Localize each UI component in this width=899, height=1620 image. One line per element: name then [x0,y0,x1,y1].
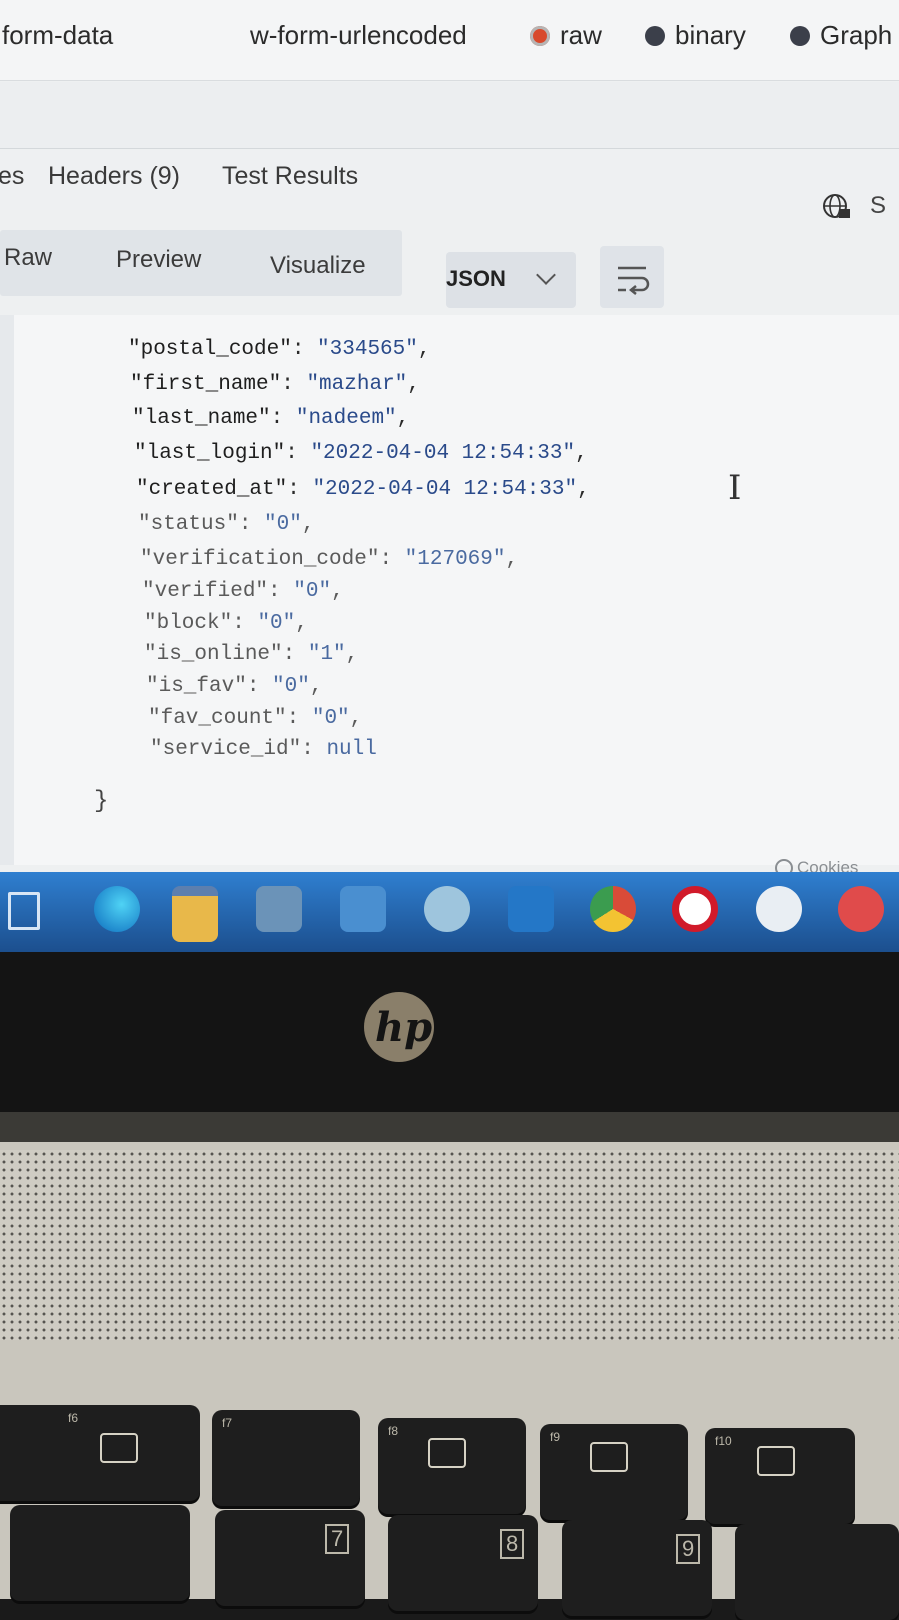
key-f10[interactable]: f10 [705,1428,855,1524]
json-line: "is_online": "1", [144,643,359,666]
vscode-icon[interactable] [508,886,554,932]
view-preview-button[interactable]: Preview [116,246,201,274]
format-select[interactable]: JSON [446,252,576,308]
binary-label: binary [675,20,746,50]
globe-lock-icon[interactable] [822,192,852,222]
volume-down-icon [428,1438,466,1468]
mic-mute-icon [757,1446,795,1476]
raw-label: raw [560,20,602,50]
hinge [0,1112,899,1142]
editor-gutter [0,315,14,865]
view-visualize-button[interactable]: Visualize [270,252,366,280]
keyboard-backlight-icon [100,1433,138,1463]
file-explorer-icon[interactable] [172,886,218,942]
tab-headers[interactable]: Headers (9) [48,162,180,191]
binary-radio-icon[interactable] [645,25,665,46]
json-line: "last_name": "nadeem", [132,407,410,430]
body-type-form-data[interactable]: form-data [2,20,113,51]
windows-taskbar [0,872,899,952]
key-8[interactable]: 8 [388,1515,538,1611]
key-f8[interactable]: f8 [378,1418,526,1514]
response-body-json[interactable]: "postal_code": "334565", "first_name": "… [0,315,899,865]
json-line: "block": "0", [144,612,308,635]
raw-radio-icon[interactable] [530,25,550,46]
body-type-raw[interactable]: raw [530,20,602,51]
key-0[interactable] [735,1524,899,1620]
json-line: "first_name": "mazhar", [130,373,420,396]
task-view-icon[interactable] [8,892,40,930]
key-blank[interactable] [10,1505,190,1601]
pen-app-icon[interactable] [838,886,884,932]
format-select-value: JSON [446,266,506,291]
chrome-icon[interactable] [590,886,636,932]
graphql-radio-icon[interactable] [790,25,810,46]
body-type-binary[interactable]: binary [645,20,746,51]
urlencoded-label: w-form-urlencoded [250,20,467,50]
json-line: "postal_code": "334565", [128,338,431,361]
graphql-label: Graph [820,20,893,50]
save-response-label[interactable]: S [870,192,886,220]
body-type-graphql[interactable]: Graph [790,20,892,51]
json-line: "service_id": null [150,738,377,761]
speaker-grill [0,1150,899,1340]
json-line: "verified": "0", [142,580,344,603]
mail-icon[interactable] [340,886,386,932]
json-line: "last_login": "2022-04-04 12:54:33", [134,442,588,465]
key-9[interactable]: 9 [562,1520,712,1616]
opera-icon[interactable] [672,886,718,932]
response-view-bar: Raw Preview Visualize JSON [0,222,899,310]
volume-up-icon [590,1442,628,1472]
response-tabs: es Headers (9) Test Results S [0,150,899,219]
json-line: "is_fav": "0", [146,675,323,698]
json-line: "verification_code": "127069", [140,548,519,571]
wrap-lines-button[interactable] [600,246,664,308]
editor-divider-2 [0,118,899,149]
tab-test-results[interactable]: Test Results [222,162,358,191]
closing-brace: } [94,788,109,815]
json-line: "created_at": "2022-04-04 12:54:33", [136,478,590,501]
laptop-screen: form-data w-form-urlencoded raw binary G… [0,0,899,960]
view-raw-button[interactable]: Raw [4,244,52,272]
key-f9[interactable]: f9 [540,1424,688,1520]
body-type-urlencoded[interactable]: w-form-urlencoded [250,20,467,51]
form-data-label: form-data [2,20,114,50]
key-f7[interactable]: f7 [212,1410,360,1506]
wrap-lines-icon [618,266,650,295]
hp-logo: hp [364,992,434,1062]
editor-divider [0,82,899,119]
json-line: "status": "0", [138,513,315,536]
json-line: "fav_count": "0", [148,707,363,730]
chevron-down-icon [536,265,556,285]
key-7[interactable]: 7 [215,1510,365,1606]
store-icon[interactable] [256,886,302,932]
edge-icon[interactable] [94,886,140,932]
key-f6[interactable]: f6 [0,1405,200,1501]
text-cursor-icon: I [728,468,742,508]
app-icon[interactable] [756,886,802,932]
tab-body-partial[interactable]: es [0,162,24,191]
postman-icon[interactable] [424,886,470,932]
request-body-type-bar: form-data w-form-urlencoded raw binary G… [0,0,899,81]
